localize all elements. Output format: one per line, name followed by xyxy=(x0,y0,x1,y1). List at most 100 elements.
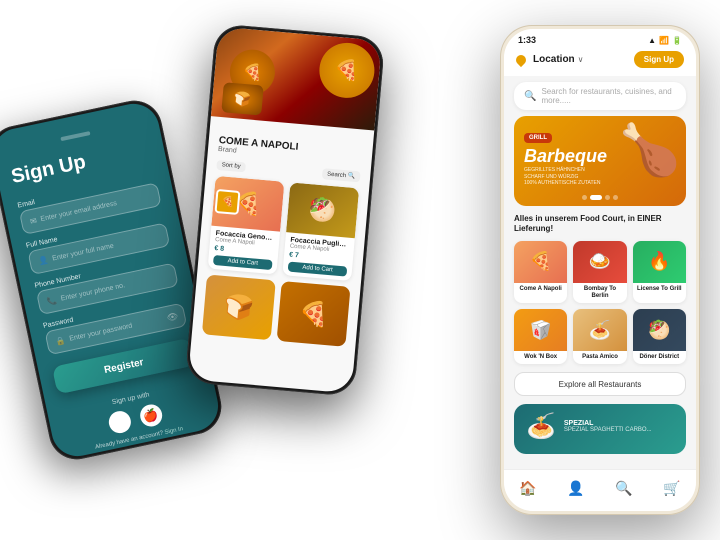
explore-all-button[interactable]: Explore all Restaurants xyxy=(514,372,686,396)
dot-4 xyxy=(613,195,618,200)
search-nav-icon: 🔍 xyxy=(615,480,632,497)
home-icon: 🏠 xyxy=(519,480,536,497)
battery-icon: 🔋 xyxy=(672,36,682,45)
promo2-icon: 🍝 xyxy=(526,412,556,441)
menu-item-2: 🥙 Focaccia Pugliese Come A Napoli € 7 Ad… xyxy=(282,182,359,281)
restaurant-card-5[interactable]: 🍝 Pasta Amico xyxy=(573,309,626,364)
search-icon: 🔍 xyxy=(524,91,536,102)
status-icons: ▲ 📶 🔋 xyxy=(648,36,682,45)
promo-badge: GRILL xyxy=(524,133,552,143)
signin-link[interactable]: Sign In xyxy=(164,426,184,436)
phone-home: 1:33 ▲ 📶 🔋 Location ∨ Sign Up xyxy=(500,25,700,515)
chevron-down-icon: ∨ xyxy=(578,55,584,64)
google-icon[interactable]: G xyxy=(106,409,132,435)
email-placeholder: Enter your email address xyxy=(40,200,118,223)
dot-3 xyxy=(605,195,610,200)
restaurant-4-image: 🥡 xyxy=(514,309,567,351)
nav-cart[interactable]: 🛒 xyxy=(663,480,680,497)
explore-label: Explore all Restaurants xyxy=(559,380,642,389)
restaurant-grid: 🍕 Come A Napoli 🍛 Bombay To Berlin 🔥 Lic… xyxy=(514,241,686,365)
signal-icon: 📶 xyxy=(659,36,669,45)
promo2-label: SPEZIAL xyxy=(564,420,652,427)
location-row[interactable]: Location ∨ xyxy=(516,54,584,65)
restaurant-6-image: 🥙 xyxy=(633,309,686,351)
promo-main-text: Barbeque xyxy=(524,147,607,165)
phone-shell-middle: 🍕 🍕 🍞 🍕 COME A NAPOLI Brand Sort by Sear… xyxy=(185,23,386,396)
restaurant-1-image: 🍕 xyxy=(514,241,567,283)
cart-icon: 🛒 xyxy=(663,480,680,497)
search-button[interactable]: Search 🔍 xyxy=(322,168,361,182)
restaurant-2-name: Bombay To Berlin xyxy=(573,283,626,303)
promo2-content: 🍝 SPEZIAL SPEZIAL SPAGHETTI CARBO... xyxy=(514,404,686,449)
restaurant-logo: 🍕 xyxy=(214,189,240,215)
apple-icon[interactable]: 🍎 xyxy=(138,403,164,429)
promo2-text-area: SPEZIAL SPEZIAL SPAGHETTI CARBO... xyxy=(564,420,652,433)
promo-banner: GRILL Barbeque GEGRILLTES HÄHNCHEN SCHAR… xyxy=(514,116,686,206)
location-label: Location xyxy=(533,54,575,65)
register-label: Register xyxy=(103,357,144,376)
nav-search[interactable]: 🔍 xyxy=(615,480,632,497)
restaurant-card-4[interactable]: 🥡 Wok 'N Box xyxy=(514,309,567,364)
nav-home[interactable]: 🏠 xyxy=(519,480,536,497)
location-pin-icon xyxy=(514,52,528,66)
add-to-cart-1[interactable]: Add to Cart xyxy=(213,255,273,270)
food-image-3: 🍞 xyxy=(221,82,263,115)
food-img-3: 🍞 xyxy=(202,274,276,340)
signup-content: Sign Up Email ✉ Enter your email address… xyxy=(0,99,223,461)
restaurant-6-name: Döner District xyxy=(633,351,686,364)
dot-1 xyxy=(582,195,587,200)
app-header: Location ∨ Sign Up xyxy=(504,47,696,76)
phone-placeholder: Enter your phone no. xyxy=(60,282,125,302)
phone-shell-left: Sign Up Email ✉ Enter your email address… xyxy=(0,96,226,465)
profile-icon: 👤 xyxy=(567,480,584,497)
restaurant-4-name: Wok 'N Box xyxy=(514,351,567,364)
add-to-cart-2[interactable]: Add to Cart xyxy=(288,262,348,277)
restaurant-card-2[interactable]: 🍛 Bombay To Berlin xyxy=(573,241,626,303)
promo-food-image: 🍗 xyxy=(619,121,681,180)
search-input[interactable]: Search for restaurants, cuisines, and mo… xyxy=(541,87,676,105)
phone-screen-right: 1:33 ▲ 📶 🔋 Location ∨ Sign Up xyxy=(504,29,696,511)
phone-shell-right: 1:33 ▲ 📶 🔋 Location ∨ Sign Up xyxy=(500,25,700,515)
menu-items-row2: 🍞 🍕 xyxy=(202,274,351,346)
restaurant-card-3[interactable]: 🔥 License To Grill xyxy=(633,241,686,303)
phone-screen-left: Sign Up Email ✉ Enter your email address… xyxy=(0,99,223,461)
promo-sub-text: GEGRILLTES HÄHNCHEN SCHARF UND WÜRZIG 10… xyxy=(524,167,607,187)
promo-dots xyxy=(582,195,618,200)
phone-screen-middle: 🍕 🍕 🍞 🍕 COME A NAPOLI Brand Sort by Sear… xyxy=(188,27,382,394)
menu-item-2-image: 🥙 xyxy=(286,182,359,238)
restaurant-2-image: 🍛 xyxy=(573,241,626,283)
restaurant-3-name: License To Grill xyxy=(633,283,686,296)
signup-with-section: Sign up with G 🍎 Already have an account… xyxy=(61,381,209,456)
search-bar[interactable]: 🔍 Search for restaurants, cuisines, and … xyxy=(514,82,686,110)
main-scene: Sign Up Email ✉ Enter your email address… xyxy=(0,0,720,540)
restaurant-5-image: 🍝 xyxy=(573,309,626,351)
nav-profile[interactable]: 👤 xyxy=(567,480,584,497)
phone-signup: Sign Up Email ✉ Enter your email address… xyxy=(0,96,226,465)
eye-icon: 👁 xyxy=(166,310,179,323)
fullname-placeholder: Enter your full name xyxy=(52,242,115,262)
bottom-navigation: 🏠 👤 🔍 🛒 xyxy=(504,469,696,511)
promo2-subtitle: SPEZIAL SPAGHETTI CARBO... xyxy=(564,427,652,433)
status-time: 1:33 xyxy=(518,35,536,45)
dot-2-active xyxy=(590,195,602,200)
restaurant-1-name: Come A Napoli xyxy=(514,283,567,296)
restaurant-5-name: Pasta Amico xyxy=(573,351,626,364)
pizza-image-2: 🍕 xyxy=(317,41,377,101)
promo-banner-2: 🍝 SPEZIAL SPEZIAL SPAGHETTI CARBO... xyxy=(514,404,686,454)
restaurant-card-1[interactable]: 🍕 Come A Napoli xyxy=(514,241,567,303)
signup-header-button[interactable]: Sign Up xyxy=(634,51,684,68)
phone-menu: 🍕 🍕 🍞 🍕 COME A NAPOLI Brand Sort by Sear… xyxy=(185,23,386,396)
password-placeholder: Enter your password xyxy=(69,322,133,342)
promo-text-area: GRILL Barbeque GEGRILLTES HÄHNCHEN SCHAR… xyxy=(524,126,607,187)
menu-item-2-details: Focaccia Pugliese Come A Napoli € 7 Add … xyxy=(282,232,354,281)
restaurant-card-6[interactable]: 🥙 Döner District xyxy=(633,309,686,364)
sort-button[interactable]: Sort by xyxy=(216,159,246,171)
food-court-title: Alles in unserem Food Court, in EINER Li… xyxy=(514,214,686,235)
food-img-4: 🍕 xyxy=(277,281,351,347)
status-bar: 1:33 ▲ 📶 🔋 xyxy=(504,29,696,47)
wifi-icon: ▲ xyxy=(648,36,656,45)
menu-content: COME A NAPOLI Brand Sort by Search 🔍 🍕 F… xyxy=(191,116,374,355)
restaurant-3-image: 🔥 xyxy=(633,241,686,283)
menu-item-1-details: Focaccia Genovese Come A Napoli € 8 Add … xyxy=(208,226,280,275)
menu-header-image: 🍕 🍕 🍞 xyxy=(211,27,382,131)
